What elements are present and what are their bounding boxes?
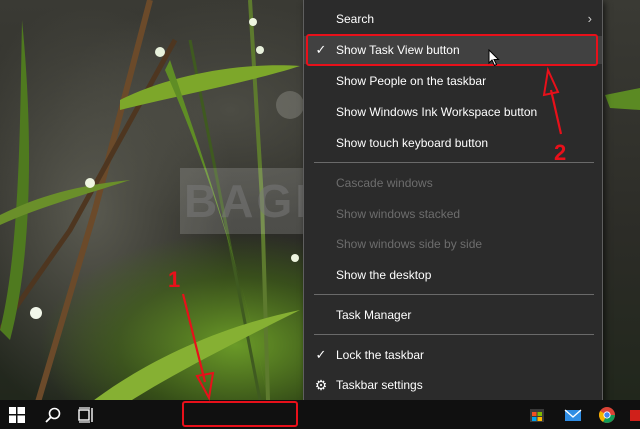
menu-item-show-the-desktop[interactable]: Show the desktop <box>304 261 602 289</box>
search-icon <box>45 407 61 423</box>
taskbar[interactable] <box>0 400 640 429</box>
menu-item-label: Show windows side by side <box>336 237 483 251</box>
mouse-cursor-icon <box>488 49 500 67</box>
menu-item-label: Show Windows Ink Workspace button <box>336 105 538 119</box>
menu-item-show-windows-stacked: Show windows stacked <box>304 200 602 228</box>
menu-item-taskbar-settings[interactable]: ⚙ Taskbar settings <box>304 371 602 399</box>
chevron-right-icon: › <box>587 11 592 26</box>
menu-separator <box>314 334 594 335</box>
annotation-number-2: 2 <box>554 140 567 165</box>
task-view-button[interactable] <box>70 400 104 429</box>
menu-item-label: Lock the taskbar <box>336 348 425 362</box>
menu-item-show-people[interactable]: Show People on the taskbar <box>304 67 602 95</box>
annotation-box-taskbar-area <box>182 401 298 427</box>
menu-separator <box>314 162 594 163</box>
app-icon[interactable] <box>628 406 640 424</box>
menu-item-label: Show the desktop <box>336 268 432 282</box>
menu-item-cascade-windows: Cascade windows <box>304 169 602 197</box>
menu-item-label: Cascade windows <box>336 176 433 190</box>
store-icon[interactable] <box>528 406 546 424</box>
checkmark-icon: ✓ <box>315 347 327 362</box>
menu-item-label: Show windows stacked <box>336 207 461 221</box>
menu-item-label: Show touch keyboard button <box>336 136 489 150</box>
windows-start-icon <box>9 406 25 423</box>
mail-icon[interactable] <box>564 406 582 424</box>
menu-item-lock-the-taskbar[interactable]: ✓ Lock the taskbar <box>304 341 602 369</box>
menu-item-label: Search <box>336 12 375 26</box>
menu-item-show-windows-side-by-side: Show windows side by side <box>304 230 602 258</box>
menu-item-task-manager[interactable]: Task Manager <box>304 301 602 329</box>
annotation-number-1: 1 <box>168 267 181 292</box>
menu-item-label: Task Manager <box>336 308 412 322</box>
start-button[interactable] <box>0 400 34 429</box>
search-button[interactable] <box>36 400 70 429</box>
menu-item-show-windows-ink[interactable]: Show Windows Ink Workspace button <box>304 98 602 126</box>
menu-separator <box>314 294 594 295</box>
menu-item-label: Taskbar settings <box>336 378 423 392</box>
chrome-icon[interactable] <box>598 406 616 424</box>
gear-icon: ⚙ <box>314 377 328 393</box>
annotation-box-task-view-item <box>306 34 598 66</box>
menu-item-label: Show People on the taskbar <box>336 74 487 88</box>
menu-item-search[interactable]: Search › <box>304 5 602 33</box>
task-view-icon <box>78 406 93 423</box>
